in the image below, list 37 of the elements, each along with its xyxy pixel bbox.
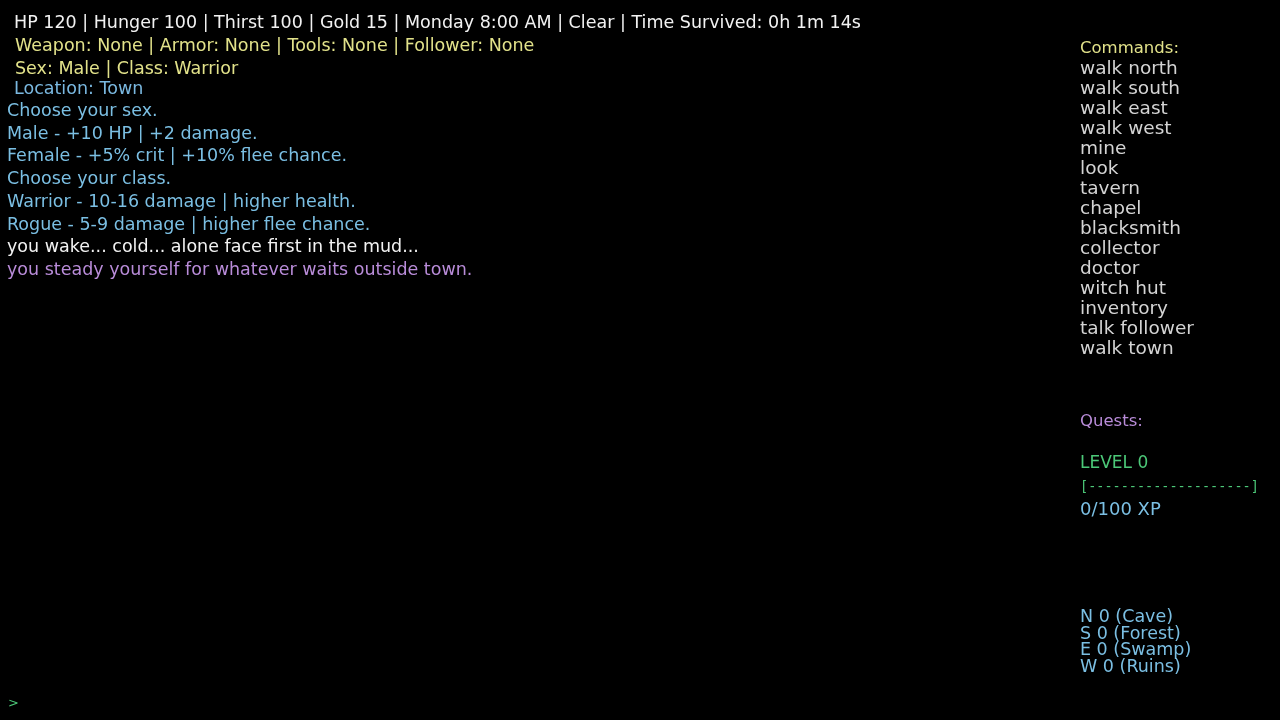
xp-bar-text: [--------------------] — [1080, 477, 1259, 496]
log-message: Male - +10 HP | +2 damage. — [7, 121, 258, 145]
command-text: look — [1080, 158, 1119, 178]
command-text: walk south — [1080, 78, 1180, 98]
command-text: blacksmith — [1080, 218, 1181, 238]
quests-heading: Quests: — [1080, 411, 1143, 431]
command-text: talk follower — [1080, 318, 1194, 338]
location-line: Location: Town — [14, 79, 144, 97]
command-text: doctor — [1080, 258, 1140, 278]
command-text: tavern — [1080, 178, 1140, 198]
command-text: walk west — [1080, 118, 1172, 138]
xp-text: 0/100 XP — [1080, 498, 1161, 520]
level-label: LEVEL 0 — [1080, 451, 1149, 474]
log-message: you wake... cold... alone face first in the mud... — [7, 235, 419, 258]
equipment-line: Weapon: None | Armor: None | Tools: None | Follower: None — [14, 34, 535, 57]
log-message: you steady yourself for whatever waits outside town. — [7, 257, 473, 281]
status-line: HP 120 | Hunger 100 | Thirst 100 | Gold 15 | Monday 8:00 AM | Clear | Time Survived: 0h 1m 14s — [14, 11, 861, 34]
direction-text: E 0 (Swamp) — [1080, 641, 1192, 658]
command-text: walk town — [1080, 338, 1174, 358]
log-message: Choose your sex. — [7, 99, 158, 122]
direction-text: S 0 (Forest) — [1080, 624, 1181, 641]
direction-text: N 0 (Cave) — [1080, 608, 1174, 625]
log-message: Choose your class. — [7, 167, 172, 190]
log-message: Female - +5% crit | +10% flee chance. — [7, 144, 347, 168]
command-text: walk east — [1080, 98, 1168, 118]
direction-text: W 0 (Ruins) — [1080, 657, 1181, 674]
command-text: walk north — [1080, 58, 1178, 78]
commands-heading: Commands: — [1080, 38, 1179, 58]
command-text: witch hut — [1080, 278, 1166, 298]
command-text: chapel — [1080, 198, 1142, 218]
command-text: collector — [1080, 238, 1160, 258]
command-text: inventory — [1080, 298, 1169, 318]
command-text: mine — [1080, 138, 1127, 158]
prompt-symbol: > — [8, 695, 19, 711]
log-message: Rogue - 5-9 damage | higher flee chance. — [7, 212, 371, 236]
character-line: Sex: Male | Class: Warrior — [14, 57, 239, 79]
log-message: Warrior - 10-16 damage | higher health. — [7, 189, 356, 213]
